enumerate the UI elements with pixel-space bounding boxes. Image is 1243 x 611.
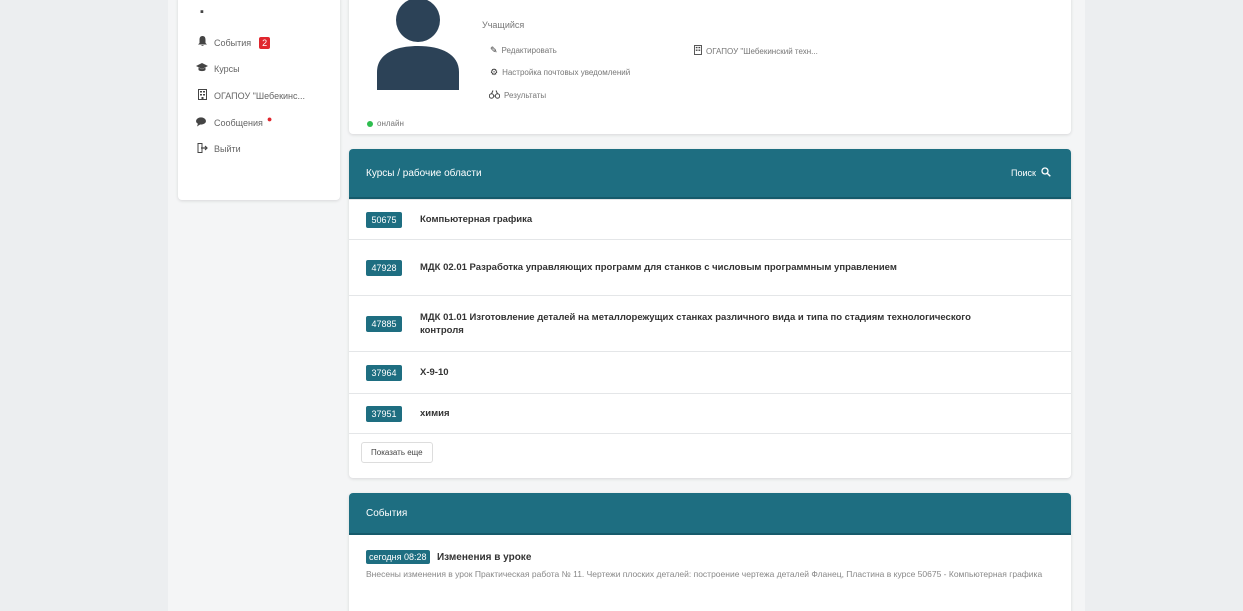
show-more-button[interactable]: Показать еще [361, 442, 433, 463]
search-icon [1041, 167, 1051, 179]
course-title[interactable]: Х-9-10 [420, 366, 980, 379]
organization-link[interactable]: ОГАПОУ "Шебекинский техн... [694, 45, 818, 57]
edit-profile-link[interactable]: ✎ Редактировать [490, 45, 557, 56]
mail-settings-label: Настройка почтовых уведомлений [502, 68, 631, 77]
sidebar-item-organization[interactable]: ОГАПОУ "Шебекинс... [196, 86, 305, 106]
events-count-badge: 2 [259, 37, 271, 49]
sidebar-item-logout[interactable]: Выйти [196, 139, 241, 159]
course-row[interactable]: 47928 МДК 02.01 Разработка управляющих п… [349, 239, 1071, 295]
chat-icon [196, 116, 208, 130]
building-icon [694, 45, 702, 57]
sidebar-menu: ▪ События 2 Курсы ОГАПОУ "Шебекинс... Со… [178, 0, 340, 200]
course-title[interactable]: МДК 01.01 Изготовление деталей на металл… [420, 311, 980, 337]
events-panel-header: События [349, 493, 1071, 535]
event-description: Внесены изменения в урок Практическая ра… [366, 569, 1043, 579]
event-item[interactable]: сегодня 08:28 Изменения в уроке Внесены … [349, 535, 1071, 581]
online-dot-icon [367, 120, 373, 127]
online-status-label: онлайн [377, 119, 404, 128]
course-row[interactable]: 37951 химия [349, 393, 1071, 433]
mail-settings-link[interactable]: ⚙ Настройка почтовых уведомлений [490, 67, 630, 78]
profile-card: онлайн Учащийся ✎ Редактировать ⚙ Настро… [349, 0, 1071, 134]
courses-panel-title: Курсы / рабочие области [366, 167, 482, 179]
courses-search-button[interactable]: Поиск [1011, 167, 1051, 179]
user-role: Учащийся [482, 20, 525, 30]
page-background-right [1085, 0, 1243, 611]
results-icon [488, 90, 501, 101]
pencil-icon: ✎ [490, 45, 498, 55]
sidebar-item-label: События [214, 38, 252, 48]
gear-icon: ⚙ [490, 67, 499, 77]
courses-panel-header: Курсы / рабочие области Поиск [349, 149, 1071, 199]
sidebar-item-events[interactable]: События 2 [196, 33, 271, 53]
event-date-badge: сегодня 08:28 [366, 550, 430, 564]
course-row[interactable]: 50675 Компьютерная графика [349, 199, 1071, 239]
sidebar-item-messages[interactable]: Сообщения ● [196, 113, 272, 133]
course-title[interactable]: Компьютерная графика [420, 213, 980, 226]
sidebar-item-label: ОГАПОУ "Шебекинс... [214, 91, 306, 101]
course-row[interactable]: 37964 Х-9-10 [349, 351, 1071, 393]
results-label: Результаты [504, 91, 547, 100]
courses-panel: Курсы / рабочие области Поиск 50675 Комп… [349, 149, 1071, 478]
sidebar-item-label: Выйти [214, 144, 241, 154]
course-id-badge: 47928 [366, 259, 402, 276]
avatar [377, 0, 459, 90]
course-id-badge: 47885 [366, 315, 402, 332]
organization-label: ОГАПОУ "Шебекинский техн... [706, 46, 818, 56]
sidebar-item-label: Сообщения [214, 118, 263, 128]
events-panel-title: События [366, 507, 408, 519]
bell-icon [196, 36, 208, 50]
course-row[interactable]: 47885 МДК 01.01 Изготовление деталей на … [349, 295, 1071, 351]
page-background-left [0, 0, 168, 611]
events-panel: События сегодня 08:28 Изменения в уроке … [349, 493, 1071, 611]
online-status: онлайн [367, 119, 404, 128]
results-link[interactable]: Результаты [488, 90, 547, 101]
courses-search-label: Поиск [1011, 168, 1036, 178]
sign-out-icon [196, 142, 208, 156]
building-icon [196, 89, 208, 103]
sidebar-item-courses[interactable]: Курсы [196, 59, 240, 79]
graduation-cap-icon [196, 63, 208, 75]
sidebar-item-label: Курсы [214, 64, 240, 74]
edit-profile-label: Редактировать [501, 46, 557, 55]
menu-icon: ▪ [200, 6, 204, 18]
course-id-badge: 50675 [366, 211, 402, 228]
courses-panel-footer: Показать еще [349, 433, 1071, 476]
course-id-badge: 37951 [366, 405, 402, 422]
course-id-badge: 37964 [366, 364, 402, 381]
unread-dot-icon: ● [266, 114, 273, 124]
course-title[interactable]: химия [420, 407, 980, 420]
event-title[interactable]: Изменения в уроке [437, 552, 531, 563]
sidebar-item-cut-off[interactable]: ▪ [196, 2, 208, 22]
course-title[interactable]: МДК 02.01 Разработка управляющих програм… [420, 261, 980, 274]
